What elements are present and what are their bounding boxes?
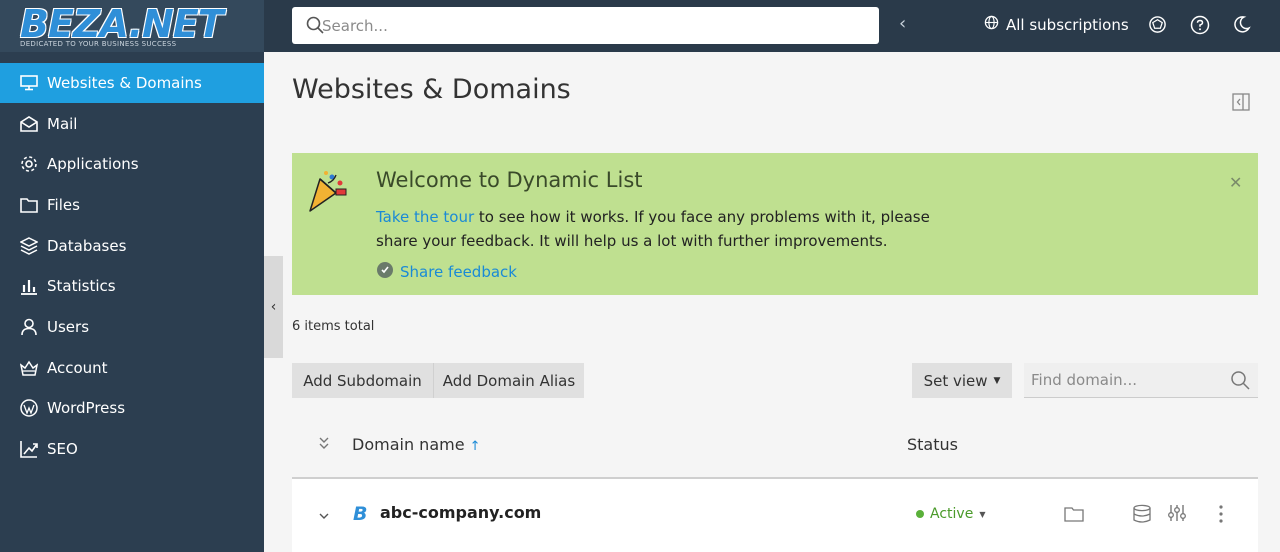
- find-domain-box[interactable]: [1024, 363, 1258, 398]
- sidebar-item-label: SEO: [47, 440, 78, 458]
- sidebar-item-label: Files: [47, 196, 80, 214]
- sidebar-item-label: Websites & Domains: [47, 74, 202, 92]
- logo-tagline: DEDICATED TO YOUR BUSINESS SUCCESS: [20, 40, 177, 48]
- welcome-banner: Welcome to Dynamic List Take the tour to…: [292, 153, 1258, 295]
- sidebar-item-statistics[interactable]: Statistics: [0, 266, 264, 306]
- column-header-status[interactable]: Status: [907, 435, 958, 454]
- layers-icon: [19, 236, 39, 256]
- take-tour-link[interactable]: Take the tour: [376, 208, 474, 226]
- settings-sliders-icon[interactable]: [1167, 503, 1187, 527]
- search-box[interactable]: [292, 7, 879, 44]
- share-feedback-label: Share feedback: [400, 263, 517, 281]
- trend-icon: [19, 439, 39, 459]
- sidebar-item-websites-domains[interactable]: Websites & Domains: [0, 63, 264, 103]
- help-icon[interactable]: [1190, 15, 1210, 39]
- gear-icon: [19, 154, 39, 174]
- sidebar-item-label: Mail: [47, 115, 78, 133]
- top-bar: BEZA.NET DEDICATED TO YOUR BUSINESS SUCC…: [0, 0, 1280, 52]
- sidebar-item-mail[interactable]: Mail: [0, 104, 264, 144]
- expand-row-icon[interactable]: [318, 507, 330, 526]
- wordpress-icon: [19, 398, 39, 418]
- caret-down-icon: ▼: [993, 375, 1001, 386]
- set-view-button[interactable]: Set view ▼: [912, 363, 1012, 398]
- folder-icon[interactable]: [1064, 506, 1084, 526]
- close-icon[interactable]: ✕: [1229, 173, 1242, 192]
- database-icon[interactable]: [1132, 504, 1152, 528]
- caret-down-icon: ▼: [979, 509, 986, 519]
- envelope-icon: [19, 114, 39, 134]
- monitor-icon: [19, 73, 39, 93]
- add-subdomain-button[interactable]: Add Subdomain: [292, 363, 433, 398]
- side-panel-toggle-icon[interactable]: [1232, 93, 1250, 115]
- chevron-left-icon: ‹: [270, 299, 277, 315]
- extension-icon[interactable]: [1148, 15, 1167, 38]
- status-dot: [916, 510, 924, 518]
- expand-all-icon[interactable]: [318, 436, 330, 453]
- search-input[interactable]: [322, 7, 862, 44]
- set-view-label: Set view: [923, 371, 988, 390]
- chevron-left-icon[interactable]: ‹: [899, 13, 906, 34]
- domain-link[interactable]: abc-company.com: [380, 503, 541, 522]
- column-header-domain-label: Domain name: [352, 435, 465, 454]
- subscriptions-label: All subscriptions: [1006, 15, 1129, 34]
- sidebar-item-label: Statistics: [47, 277, 116, 295]
- sidebar-item-users[interactable]: Users: [0, 307, 264, 347]
- page-title: Websites & Domains: [292, 74, 571, 105]
- status-badge[interactable]: Active ▼: [916, 506, 985, 522]
- sidebar-item-wordpress[interactable]: WordPress: [0, 388, 264, 428]
- bar-chart-icon: [19, 276, 39, 296]
- sidebar-item-files[interactable]: Files: [0, 185, 264, 225]
- search-icon[interactable]: [1230, 370, 1250, 394]
- sidebar-item-label: Users: [47, 318, 90, 336]
- subscriptions-selector[interactable]: All subscriptions: [984, 15, 1129, 34]
- share-feedback-link[interactable]: Share feedback: [376, 261, 517, 283]
- items-total: 6 items total: [292, 319, 375, 334]
- globe-icon: [984, 15, 999, 34]
- sidebar-item-label: Databases: [47, 237, 127, 255]
- feedback-icon: [376, 261, 394, 283]
- sidebar-item-label: Applications: [47, 155, 139, 173]
- status-label: Active: [930, 506, 974, 522]
- svg-text:B: B: [353, 503, 367, 523]
- sidebar-item-databases[interactable]: Databases: [0, 226, 264, 266]
- logo[interactable]: BEZA.NET DEDICATED TO YOUR BUSINESS SUCC…: [0, 0, 264, 52]
- moon-icon[interactable]: [1233, 15, 1251, 37]
- site-favicon-icon: B: [352, 503, 372, 527]
- crown-icon: [19, 358, 39, 378]
- sidebar-item-label: Account: [47, 359, 108, 377]
- sort-arrow-up-icon: ↑: [469, 439, 481, 454]
- party-popper-icon: [306, 169, 350, 219]
- sidebar-item-label: WordPress: [47, 399, 126, 417]
- add-domain-alias-button[interactable]: Add Domain Alias: [433, 363, 584, 398]
- sidebar-item-account[interactable]: Account: [0, 348, 264, 388]
- banner-body: Take the tour to see how it works. If yo…: [376, 205, 966, 253]
- sidebar: Websites & Domains Mail Applications Fil…: [0, 52, 264, 552]
- folder-icon: [19, 195, 39, 215]
- sidebar-item-seo[interactable]: SEO: [0, 429, 264, 469]
- find-domain-input[interactable]: [1031, 363, 1221, 397]
- banner-title: Welcome to Dynamic List: [376, 168, 643, 192]
- more-options-icon[interactable]: [1217, 504, 1225, 528]
- column-header-domain[interactable]: Domain name ↑: [352, 435, 481, 454]
- sidebar-collapse-handle[interactable]: ‹: [264, 256, 283, 358]
- user-icon: [19, 317, 39, 337]
- sidebar-item-applications[interactable]: Applications: [0, 144, 264, 184]
